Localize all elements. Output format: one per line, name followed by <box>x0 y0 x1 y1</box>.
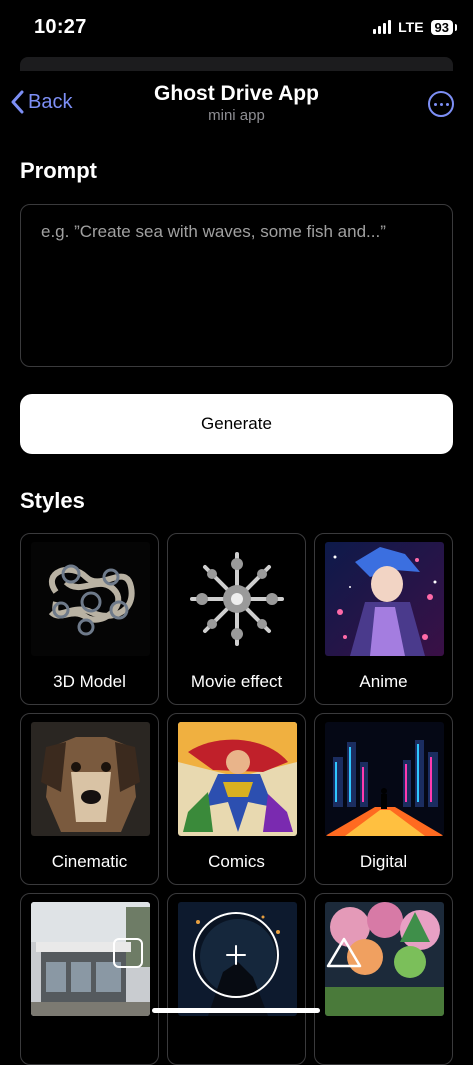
status-bar: 10:27 LTE 93 <box>0 0 473 56</box>
nav-header: Back Ghost Drive App mini app <box>0 80 473 130</box>
page-title-block: Ghost Drive App mini app <box>0 82 473 124</box>
page-title: Ghost Drive App <box>154 82 319 105</box>
square-icon[interactable] <box>113 938 143 968</box>
style-label: 3D Model <box>53 672 126 691</box>
cellular-signal-icon <box>373 20 392 34</box>
style-label: Comics <box>208 852 265 871</box>
plus-icon <box>226 945 246 965</box>
style-thumbnail-movie-effect <box>178 542 297 656</box>
battery-icon: 93 <box>430 19 458 35</box>
style-label: Digital <box>359 852 408 871</box>
style-thumbnail-3d-model <box>31 542 150 656</box>
create-button[interactable] <box>193 912 279 998</box>
prompt-heading: Prompt <box>20 158 97 183</box>
style-card-3d-model[interactable]: 3D Model <box>20 533 159 705</box>
style-thumbnail-comics <box>178 722 297 836</box>
style-label: Cinematic <box>51 852 128 871</box>
style-card-cinematic[interactable]: Cinematic <box>20 713 159 885</box>
sheet-backdrop <box>20 57 453 71</box>
style-label: Movie effect <box>190 672 283 691</box>
style-thumbnail-anime <box>325 542 444 656</box>
style-card-anime[interactable]: Anime <box>314 533 453 705</box>
ellipsis-circle-icon[interactable] <box>428 91 454 117</box>
page-subtitle: mini app <box>208 107 265 124</box>
home-indicator <box>152 1008 320 1013</box>
style-label: Anime <box>359 672 408 691</box>
prompt-input[interactable] <box>20 204 453 367</box>
triangle-icon[interactable] <box>325 936 363 970</box>
style-card-comics[interactable]: Comics <box>167 713 306 885</box>
style-thumbnail-cinematic <box>31 722 150 836</box>
style-card-movie-effect[interactable]: Movie effect <box>167 533 306 705</box>
status-indicators: LTE 93 <box>373 19 458 35</box>
network-type: LTE <box>398 19 424 35</box>
styles-heading: Styles <box>20 488 85 513</box>
status-time: 10:27 <box>34 16 87 38</box>
style-card-digital[interactable]: Digital <box>314 713 453 885</box>
generate-button[interactable]: Generate <box>20 394 453 454</box>
style-thumbnail-digital <box>325 722 444 836</box>
tab-bar <box>0 900 473 1024</box>
